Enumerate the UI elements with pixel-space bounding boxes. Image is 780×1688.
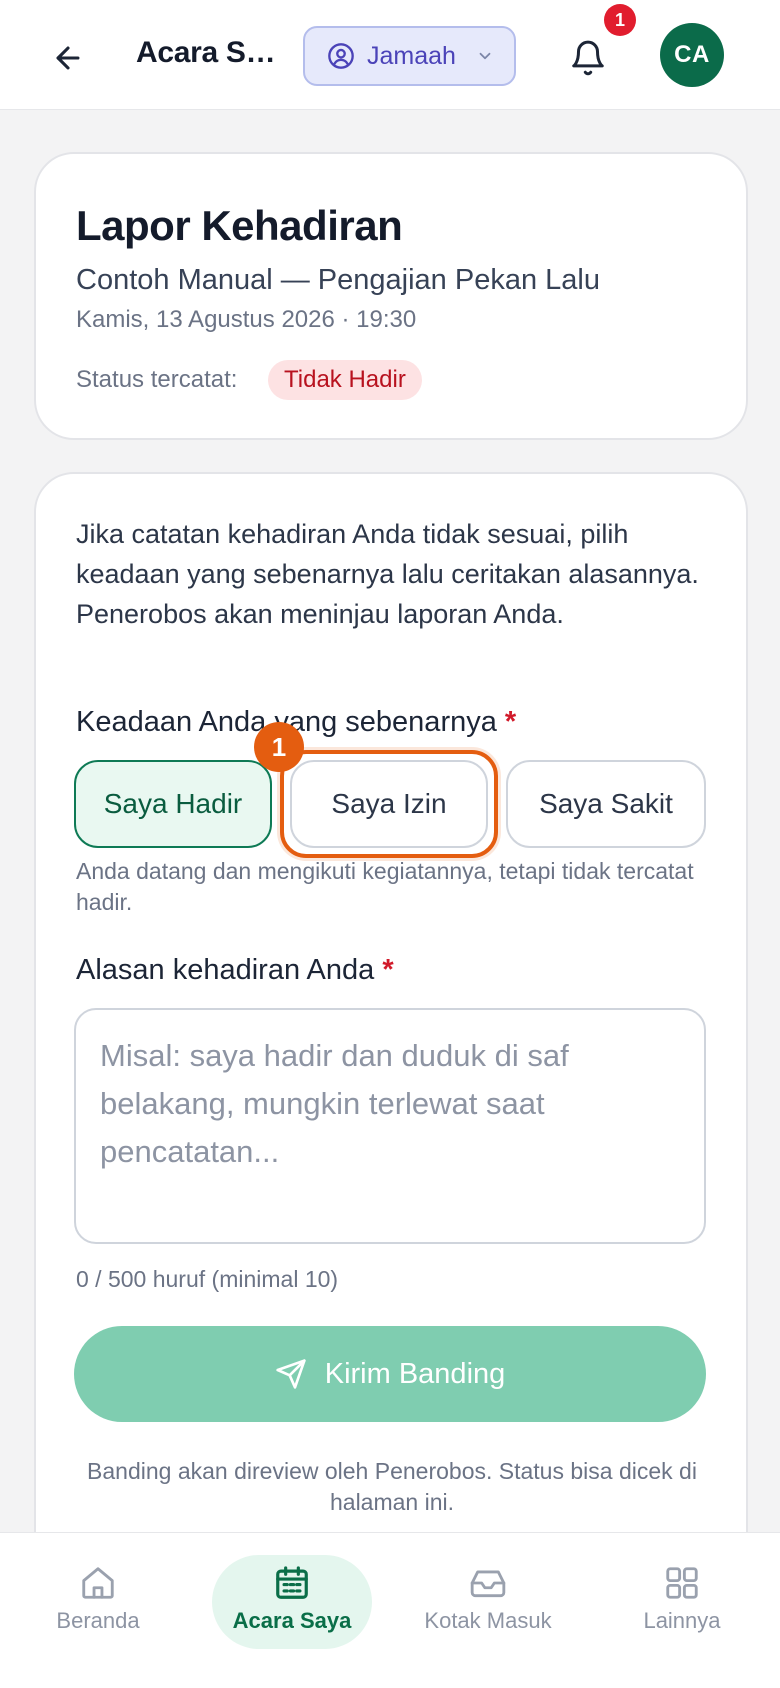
home-icon bbox=[82, 1567, 114, 1599]
nav-item-acara-saya[interactable]: Acara Saya bbox=[212, 1555, 372, 1643]
event-datetime: Kamis, 13 Agustus 2026 · 19:30 bbox=[76, 306, 417, 333]
role-select[interactable]: Jamaah bbox=[303, 26, 516, 86]
step-marker-badge: 1 bbox=[254, 722, 304, 772]
bottom-nav: Beranda Acara Saya Kotak Masuk Lainnya bbox=[0, 1532, 780, 1688]
chevron-down-icon bbox=[479, 52, 491, 60]
role-label: Jamaah bbox=[367, 41, 456, 70]
reason-textarea[interactable] bbox=[74, 1008, 706, 1244]
reason-label-text: Alasan kehadiran Anda bbox=[76, 954, 375, 986]
grid-icon bbox=[666, 1567, 698, 1599]
nav-label-beranda: Beranda bbox=[56, 1608, 140, 1633]
option-help-text: Anda datang dan mengikuti kegiatannya, t… bbox=[76, 858, 694, 915]
report-title: Lapor Kehadiran bbox=[76, 202, 403, 249]
bell-icon bbox=[572, 40, 604, 76]
nav-label-kotak-masuk: Kotak Masuk bbox=[424, 1608, 552, 1633]
user-circle-icon bbox=[328, 43, 354, 69]
status-label: Status tercatat: bbox=[76, 366, 238, 393]
submit-label: Kirim Banding bbox=[324, 1357, 506, 1390]
required-mark: * bbox=[504, 706, 517, 738]
calendar-icon bbox=[276, 1566, 308, 1599]
inbox-icon bbox=[470, 1570, 506, 1598]
form-intro: Jika catatan kehadiran Anda tidak sesuai… bbox=[76, 519, 699, 629]
reason-field-label: Alasan kehadiran Anda * bbox=[76, 954, 394, 987]
submit-appeal-button[interactable]: Kirim Banding bbox=[74, 1326, 706, 1422]
top-bar: Acara Sa... Jamaah 1 CA bbox=[0, 0, 780, 110]
back-button[interactable] bbox=[40, 30, 96, 86]
nav-label-acara-saya: Acara Saya bbox=[232, 1608, 352, 1633]
option-saya-izin[interactable]: Saya Izin bbox=[290, 760, 488, 848]
review-footnote: Banding akan direview oleh Penerobos. St… bbox=[87, 1458, 697, 1515]
event-card: Lapor Kehadiran Contoh Manual — Pengajia… bbox=[34, 152, 748, 440]
nav-item-beranda[interactable]: Beranda bbox=[18, 1555, 178, 1643]
nav-item-lainnya[interactable]: Lainnya bbox=[602, 1555, 762, 1643]
arrow-left-icon bbox=[56, 46, 80, 70]
status-badge: Tidak Hadir bbox=[268, 360, 422, 400]
option-saya-hadir[interactable]: Saya Hadir bbox=[74, 760, 272, 848]
character-counter: 0 / 500 huruf (minimal 10) bbox=[76, 1266, 339, 1292]
send-icon bbox=[276, 1359, 306, 1389]
required-mark: * bbox=[382, 954, 394, 986]
event-name: Contoh Manual — Pengajian Pekan Lalu bbox=[76, 264, 600, 296]
option-saya-sakit[interactable]: Saya Sakit bbox=[506, 760, 706, 848]
nav-label-lainnya: Lainnya bbox=[643, 1608, 721, 1633]
page-title: Acara Sa... bbox=[136, 36, 284, 69]
nav-item-kotak-masuk[interactable]: Kotak Masuk bbox=[408, 1555, 568, 1643]
notifications-button[interactable] bbox=[560, 30, 616, 86]
notification-badge: 1 bbox=[604, 4, 636, 36]
appeal-form-card: Jika catatan kehadiran Anda tidak sesuai… bbox=[34, 472, 748, 1688]
avatar[interactable]: CA bbox=[660, 23, 724, 87]
